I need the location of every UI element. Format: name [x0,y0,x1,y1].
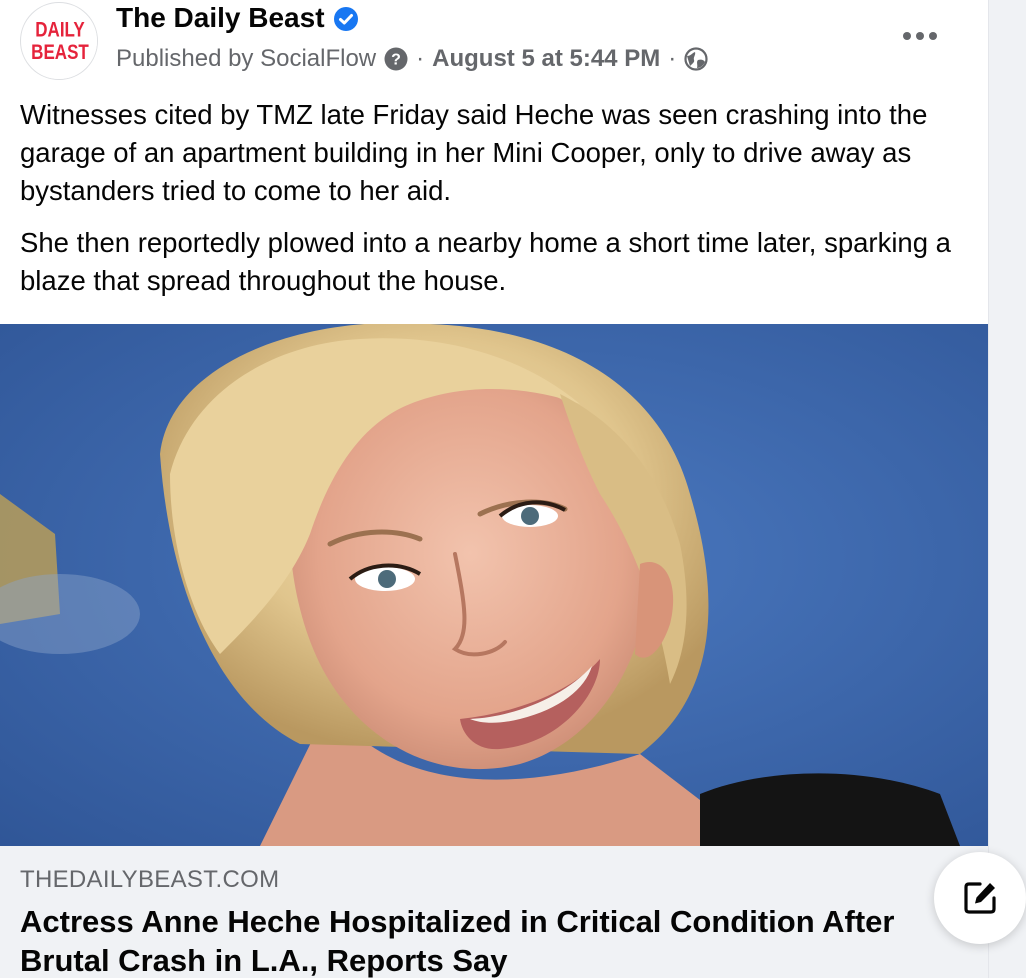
page-avatar[interactable]: DAILY BEAST [20,2,98,80]
published-by-text: Published by SocialFlow [116,45,377,72]
daily-beast-logo: DAILY BEAST [22,4,97,79]
svg-text:BEAST: BEAST [31,42,89,65]
post-text: Witnesses cited by TMZ late Friday said … [20,96,970,314]
verified-badge-icon [333,5,359,31]
link-preview[interactable]: THEDAILYBEAST.COM Actress Anne Heche Hos… [0,846,988,978]
right-gutter [988,0,1026,978]
link-preview-image[interactable] [0,324,988,846]
post-meta: Published by SocialFlow ? · August 5 at … [116,42,708,76]
more-options-button[interactable] [896,18,944,54]
svg-text:?: ? [391,52,401,69]
new-message-button[interactable] [934,852,1026,944]
question-mark-icon[interactable]: ? [384,47,408,71]
meta-separator: · [416,45,425,72]
link-title[interactable]: Actress Anne Heche Hospitalized in Criti… [20,902,920,978]
portrait-photo [0,324,988,846]
link-domain: THEDAILYBEAST.COM [20,866,280,893]
feed-post: DAILY BEAST The Daily Beast Published by… [0,0,988,978]
ellipsis-icon [903,32,937,40]
meta-separator: · [668,45,677,72]
page-name-row: The Daily Beast [116,0,359,36]
svg-text:DAILY: DAILY [35,19,85,42]
globe-icon[interactable] [684,47,708,71]
compose-icon [964,882,996,914]
post-paragraph: She then reportedly plowed into a nearby… [20,227,951,296]
post-paragraph: Witnesses cited by TMZ late Friday said … [20,99,928,206]
page-name-link[interactable]: The Daily Beast [116,0,325,36]
post-timestamp-link[interactable]: August 5 at 5:44 PM [432,42,660,76]
